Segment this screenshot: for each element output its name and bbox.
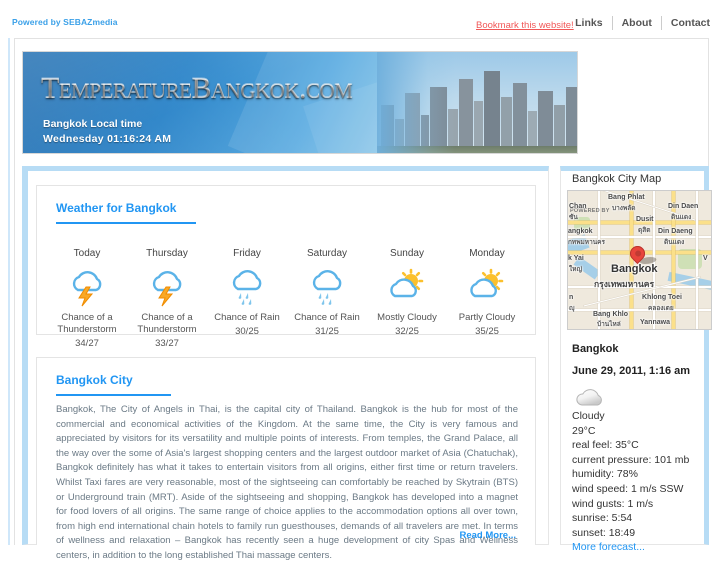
forecast-day-condition: Chance of a Thunderstorm (137, 312, 197, 335)
powered-by-label: Powered by SEBAZmedia (12, 17, 118, 27)
map-label: กทพมหานคร (568, 239, 606, 246)
site-banner: TemperatureBangkok.com Bangkok Local tim… (22, 51, 578, 154)
page-root: Powered by SEBAZmedia Bookmark this webs… (0, 0, 727, 561)
city-article-body: Bangkok, The City of Angels in Thai, is … (56, 404, 518, 561)
forecast-day-temp: 34/27 (75, 338, 99, 349)
map-label: ใหญ่ (569, 266, 582, 273)
sunrise: sunrise: 5:54 (572, 512, 633, 525)
forecast-day: Today Chance of a Thunderstorm 34/27 (47, 248, 127, 349)
sun-cloud-icon (367, 266, 447, 308)
map-label: บ้านไหล่ (597, 321, 621, 328)
current-pressure: current pressure: 101 mb (572, 453, 690, 466)
map-label: Yannawa (640, 319, 670, 326)
forecast-day: Friday Chance of Rain 30/25 (207, 248, 287, 349)
weather-forecast-card: Weather for Bangkok Today Chance of a Th… (36, 185, 536, 349)
nav-item-contact[interactable]: Contact (662, 16, 719, 30)
map-label: ดุสิต (638, 227, 651, 234)
map-label-city: Bangkok (611, 263, 658, 275)
local-time-value: Wednesday 01:16:24 AM (43, 133, 172, 145)
forecast-day-temp: 35/25 (475, 326, 499, 337)
sunset: sunset: 18:49 (572, 526, 636, 539)
map-label: Chan (569, 203, 587, 210)
wind-gusts: wind gusts: 1 m/s (572, 497, 654, 510)
map-label: Din Daeng (658, 228, 693, 235)
forecast-day-name: Thursday (146, 248, 188, 259)
map-label: n (569, 294, 574, 301)
real-feel: real feel: 35°C (572, 439, 639, 452)
forecast-day-name: Today (73, 248, 101, 259)
map-label: ดินแดง (664, 239, 685, 246)
map-panel-title: Bangkok City Map (572, 173, 662, 185)
forecast-day-temp: 32/25 (395, 326, 419, 337)
local-time-label: Bangkok Local time (43, 118, 143, 130)
forecast-day-list: Today Chance of a Thunderstorm 34/27 Thu… (47, 248, 527, 349)
map-label: Dusit (636, 216, 654, 223)
forecast-day-name: Friday (233, 248, 261, 259)
current-conditions-list: Cloudy 29°C real feel: 35°C current pres… (572, 409, 712, 555)
forecast-day-condition: Mostly Cloudy (377, 312, 437, 323)
forecast-day-condition: Chance of Rain (294, 312, 360, 323)
map-label: คลองเตย (648, 305, 674, 312)
forecast-day: Sunday Mostly Cloudy 32/25 (367, 248, 447, 349)
rain-icon (287, 266, 367, 308)
sidebar-city-name: Bangkok (572, 343, 619, 355)
map-label: k Yai (568, 255, 584, 262)
forecast-day-name: Sunday (390, 248, 424, 259)
more-forecast-link[interactable]: More forecast... (572, 541, 645, 553)
forecast-day-condition: Chance of Rain (214, 312, 280, 323)
forecast-day: Thursday Chance of a Thunderstorm 33/27 (127, 248, 207, 349)
humidity: humidity: 78% (572, 468, 638, 481)
forecast-day-temp: 30/25 (235, 326, 259, 337)
forecast-day-condition: Partly Cloudy (458, 312, 516, 323)
map-label: ซัน (569, 214, 578, 221)
nav-item-about[interactable]: About (613, 16, 661, 30)
read-more-link[interactable]: Read More... (460, 530, 517, 541)
map-label: Khlong Toei (642, 294, 682, 301)
forecast-day-name: Saturday (306, 248, 348, 259)
wind-speed: wind speed: 1 m/s SSW (572, 482, 684, 495)
forecast-day-name: Monday (469, 248, 505, 259)
map-label: ญุ (569, 305, 575, 312)
thunderstorm-icon (127, 266, 207, 308)
map-label: Bang Phlat (608, 194, 645, 201)
forecast-title: Weather for Bangkok (56, 201, 196, 224)
temperature: 29°C (572, 424, 596, 437)
forecast-day-temp: 31/25 (315, 326, 339, 337)
top-navigation: Links About Contact (566, 15, 719, 31)
map-label: V (703, 255, 708, 262)
map-label: บางพลัด (612, 205, 636, 212)
forecast-day: Saturday Chance of Rain 31/25 (287, 248, 367, 349)
map-label: Bang Khlo (593, 311, 628, 318)
map-label: Din Daen (668, 203, 699, 210)
sidebar-observation-datetime: June 29, 2011, 1:16 am (572, 365, 691, 377)
bookmark-link[interactable]: Bookmark this website! (476, 20, 574, 31)
condition-summary: Cloudy (572, 410, 605, 422)
banner-skyline-photo (377, 52, 577, 153)
forecast-day-condition: Chance of a Thunderstorm (57, 312, 117, 335)
thunderstorm-icon (47, 266, 127, 308)
bangkok-city-map[interactable]: POWERED BY Bang Phlat บางพลัด Chan ซัน D… (567, 190, 712, 330)
top-bar: Powered by SEBAZmedia Bookmark this webs… (0, 0, 727, 38)
site-logo: TemperatureBangkok.com (41, 72, 353, 105)
rain-icon (207, 266, 287, 308)
bangkok-city-card: Bangkok City Bangkok, The City of Angels… (36, 357, 536, 561)
forecast-day: Monday Partly Cloudy 35/25 (447, 248, 527, 349)
cloud-icon (574, 385, 610, 409)
city-article-title: Bangkok City (56, 373, 171, 396)
map-label-city-thai: กรุงเทพมหานคร (594, 279, 655, 289)
map-label: ดินแดง (671, 214, 692, 221)
nav-item-links[interactable]: Links (566, 16, 611, 30)
sun-cloud-icon (447, 266, 527, 308)
forecast-day-temp: 33/27 (155, 338, 179, 349)
map-label: angkok (568, 228, 593, 235)
